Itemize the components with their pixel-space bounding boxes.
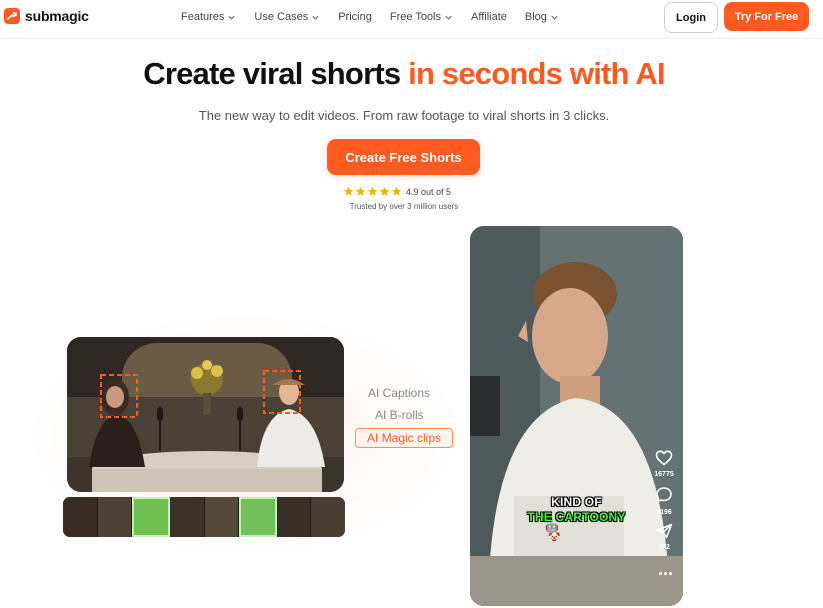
comment-icon	[656, 487, 672, 503]
podcast-video-preview[interactable]	[67, 337, 344, 492]
chevron-down-icon	[312, 15, 319, 20]
like-count: 16775	[654, 471, 674, 478]
menu-item-use-cases[interactable]: Use Cases	[254, 11, 320, 23]
heart-icon	[655, 450, 673, 466]
menu-item-free-tools[interactable]: Free Tools	[390, 11, 453, 23]
timeline-frame[interactable]	[204, 497, 240, 537]
menu-item-features[interactable]: Features	[181, 11, 236, 23]
logo-text: submagic	[25, 8, 89, 24]
menu-item-pricing[interactable]: Pricing	[338, 11, 372, 23]
create-free-shorts-button[interactable]: Create Free Shorts	[327, 139, 480, 175]
rating: 4.9 out of 5	[343, 186, 451, 197]
try-for-free-button[interactable]: Try For Free	[724, 2, 809, 31]
hero-title-accent: in seconds with AI	[408, 56, 665, 91]
feature-ai-captions[interactable]: AI Captions	[368, 386, 430, 400]
main-menu: Features Use Cases Pricing Free Tools Af…	[181, 11, 559, 23]
clip-timeline[interactable]	[63, 497, 345, 537]
podcast-scene-image	[67, 337, 344, 492]
timeline-frame[interactable]	[169, 497, 205, 537]
share-count: 752	[658, 544, 670, 551]
menu-item-blog[interactable]: Blog	[525, 11, 559, 23]
chevron-down-icon	[551, 15, 558, 20]
chevron-down-icon	[445, 15, 452, 20]
timeline-frame[interactable]	[97, 497, 133, 537]
logo[interactable]: submagic	[4, 8, 89, 24]
menu-item-label: Features	[181, 11, 225, 23]
comment-action[interactable]: 2196	[651, 486, 677, 516]
star-icon	[379, 186, 390, 196]
more-icon[interactable]	[656, 572, 674, 578]
star-icon	[367, 186, 378, 196]
menu-item-affiliate[interactable]: Affiliate	[471, 11, 507, 23]
timeline-frame[interactable]	[63, 497, 98, 537]
feature-ai-b-rolls[interactable]: AI B-rolls	[375, 408, 424, 422]
login-button[interactable]: Login	[664, 2, 718, 33]
emoji-sticker: 🤖	[545, 521, 559, 533]
menu-item-label: Use Cases	[254, 11, 309, 23]
menu-item-label: Free Tools	[389, 11, 441, 23]
trusted-text: Trusted by over 3 million users	[349, 202, 459, 211]
star-icon	[355, 186, 366, 196]
share-action[interactable]: 752	[651, 523, 677, 551]
top-nav: submagic Features Use Cases Pricing Free…	[0, 0, 823, 39]
hero-title-main: Create viral shorts	[143, 56, 401, 91]
hero-subtitle: The new way to edit videos. From raw foo…	[198, 108, 610, 123]
timeline-frame-selected[interactable]	[239, 497, 277, 537]
timeline-frame[interactable]	[311, 497, 345, 537]
menu-item-label: Pricing	[338, 11, 372, 23]
chevron-down-icon	[228, 15, 236, 20]
feature-ai-magic-clips[interactable]: AI Magic clips	[355, 428, 453, 448]
logo-icon	[4, 8, 20, 24]
hero-title: Create viral shorts in seconds with AI	[0, 56, 808, 92]
timeline-frame[interactable]	[276, 497, 312, 537]
star-icon	[391, 186, 402, 196]
emoji-sticker-2: 🤡	[548, 533, 561, 544]
rating-stars	[343, 186, 402, 197]
share-icon	[655, 523, 673, 539]
menu-item-label: Blog	[524, 11, 547, 23]
star-icon	[343, 186, 354, 196]
comment-count: 2196	[656, 509, 672, 516]
rating-text: 4.9 out of 5	[406, 186, 452, 197]
like-action[interactable]: 16775	[651, 450, 677, 478]
timeline-frame-selected[interactable]	[132, 497, 170, 537]
menu-item-label: Affiliate	[471, 11, 507, 23]
